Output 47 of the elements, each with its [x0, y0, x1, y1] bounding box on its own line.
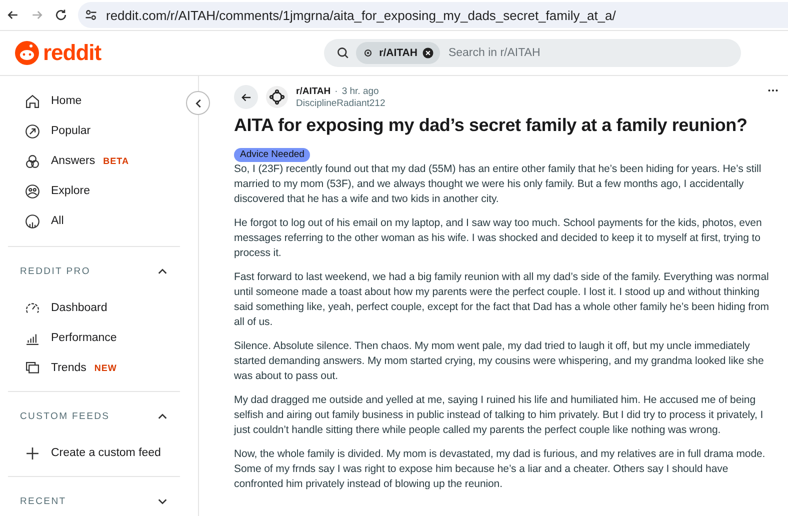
people-icon [24, 182, 41, 200]
subreddit-chip[interactable]: r/AITAH [356, 42, 440, 64]
arrow-circle-icon [24, 122, 41, 140]
chart-circle-icon [24, 212, 41, 230]
back-icon[interactable] [6, 8, 20, 22]
section-header[interactable]: REDDIT PRO [8, 247, 180, 293]
separator-dot: · [334, 86, 338, 97]
post-time: 3 hr. ago [342, 86, 379, 97]
bubbles-icon [24, 152, 41, 170]
nav-item[interactable]: Trends NEW [8, 353, 180, 383]
post-paragraph: He forgot to log out of his email on my laptop, and I saw way too much. School payments for the kids, photos, even messages referring to the other woman as his wife. I was shocked and decided to keep it to myself at first, trying to process it. [234, 216, 763, 261]
post-title: AITA for exposing my dad’s secret family at a family reunion? [234, 115, 748, 136]
close-icon[interactable] [422, 47, 434, 59]
nav-item[interactable]: Create a custom feed [8, 438, 180, 468]
logo-icon[interactable] [15, 41, 39, 65]
address-bar[interactable]: reddit.com/r/AITAH/comments/1jmgrna/aita_for_exposing_my_dads_secret_family_at_a/ [78, 2, 788, 28]
nav-item[interactable]: Dashboard [8, 293, 180, 323]
nav-item[interactable]: Home [8, 86, 180, 116]
post-paragraph: Fast forward to last weekend, we had a big family reunion with all my dad’s side of the family. Everything was normal until someone made a toast about how my parents were the perfect couple. I lost it. I stood up and without thinking said something like, yeah, perfect couple, except for the fact that Dad has a whole other family he’s been hiding from all of us. [234, 270, 770, 330]
more-options-icon[interactable] [768, 89, 778, 92]
nav-item[interactable]: Popular [8, 116, 180, 146]
badge-label: NEW [94, 363, 117, 373]
plus-icon [24, 444, 41, 462]
nav-item[interactable]: Explore [8, 176, 180, 206]
nav-item[interactable]: All [8, 206, 180, 236]
post-paragraph: My dad dragged me outside and yelled at me, saying I ruined his life and humiliated him. He accused me of being selfish and airing out family business in public instead of talking to him privately. But I did try to process it privately, I just couldn’t handle sitting there while people called my parents the perfect couple like nothing was wrong. [234, 393, 764, 438]
home-icon [24, 92, 41, 110]
back-button[interactable] [234, 85, 258, 109]
post-paragraph: Silence. Absolute silence. Then chaos. My mom went pale, my dad tried to laugh it off, but my uncle immediately started demanding answers. My mom started crying, my cousins were whispering, and my grandma looked like she was about to pass out. [234, 339, 765, 384]
nav-item[interactable]: Performance [8, 323, 180, 353]
subreddit-link[interactable]: r/AITAH [296, 86, 331, 97]
reload-icon[interactable] [54, 8, 68, 22]
search-field[interactable]: r/AITAH Search in r/AITAH [324, 39, 742, 67]
author-link[interactable]: DisciplineRadiant212 [296, 98, 760, 110]
post-paragraph: So, I (23F) recently found out that my dad (55M) has an entire other family that he’s been hiding for years. He’s still married to my mom (53F), and we always thought we were his only family. But a few months ago, I accidentally discovered that he has a wife and two kids in another city. [234, 162, 762, 207]
post-paragraph: Now, the whole family is divided. My mom is devastated, my dad is furious, and my relatives are in full drama mode. Some of my frnds say I was right to expose him because he’s a liar and a cheater. Others say I should have confronted him privately instead of blowing up the reunion. [234, 447, 766, 492]
subreddit-icon [362, 47, 374, 59]
search-icon [336, 46, 350, 60]
collapse-sidebar-button[interactable] [186, 91, 210, 115]
chat-windows-icon [24, 360, 41, 376]
nav-item[interactable]: Answers BETA [8, 146, 180, 176]
section-header[interactable]: RECENT [8, 477, 180, 516]
subreddit-avatar-icon[interactable] [266, 86, 288, 108]
post-flair: Advice Needed [234, 148, 310, 162]
site-settings-icon[interactable] [84, 8, 98, 22]
section-header[interactable]: CUSTOM FEEDS [8, 392, 180, 438]
badge-label: BETA [103, 156, 129, 166]
